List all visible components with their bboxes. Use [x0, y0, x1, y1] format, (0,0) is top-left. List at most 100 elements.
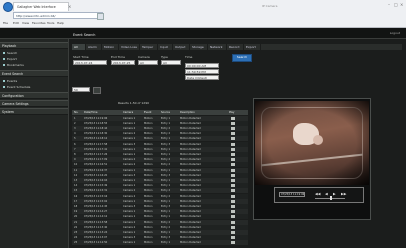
minimize-icon[interactable]: – [388, 2, 390, 7]
play-video-icon[interactable] [231, 230, 235, 234]
menu-view[interactable]: View [22, 21, 29, 25]
tab-video-loss[interactable]: Video Loss [119, 44, 140, 50]
pager-button[interactable] [93, 87, 101, 94]
cell-description: Motion Detected [180, 241, 201, 245]
cell-description: Motion Detected [180, 163, 201, 167]
cell-camera: Camera 2 [123, 189, 136, 193]
cell-no: 17 [74, 199, 78, 203]
play-video-icon[interactable] [231, 173, 235, 177]
time-to-field[interactable]: 11:59:59 PM [185, 69, 219, 74]
column-header-description[interactable]: Description [180, 111, 195, 114]
play-video-icon[interactable] [231, 194, 235, 198]
column-header-camera[interactable]: Camera [123, 111, 133, 114]
sidebar-item-export[interactable]: Export [3, 57, 17, 61]
tab-export[interactable]: Export [244, 44, 261, 50]
sidebar-section-playback[interactable]: Playback [0, 42, 68, 49]
cell-description: Motion Detected [180, 173, 201, 177]
search-button[interactable]: Search [232, 54, 252, 62]
column-header-source[interactable]: Source [161, 111, 170, 114]
tab-tamper[interactable]: Tamper [140, 44, 158, 50]
menu-help[interactable]: Help [57, 21, 64, 25]
menu-file[interactable]: File [3, 21, 8, 25]
play-video-icon[interactable] [231, 147, 235, 151]
sort-select[interactable]: Date (Oldest) [185, 75, 219, 80]
menu-edit[interactable]: Edit [13, 21, 19, 25]
column-header-play[interactable]: Play [229, 111, 234, 114]
play-video-icon[interactable] [231, 189, 235, 193]
play-video-icon[interactable] [231, 184, 235, 188]
step-back-icon[interactable]: ◀ [325, 192, 328, 196]
play-video-icon[interactable] [231, 215, 235, 219]
play-video-icon[interactable] [231, 158, 235, 162]
play-video-icon[interactable] [231, 126, 235, 130]
play-video-icon[interactable] [231, 142, 235, 146]
go-icon[interactable] [97, 13, 104, 20]
tab-storage[interactable]: Storage [190, 44, 208, 50]
slider-handle[interactable] [330, 196, 332, 200]
menu-tools[interactable]: Tools [47, 21, 54, 25]
sidebar-item-bookmarks[interactable]: Bookmarks [3, 63, 24, 67]
cell-event: Motion [144, 210, 153, 214]
type-select[interactable]: All [161, 60, 181, 65]
logout-link[interactable]: Logout [390, 31, 400, 35]
play-video-icon[interactable] [231, 163, 235, 167]
tab-motion[interactable]: Motion [102, 44, 119, 50]
sidebar-section-configuration[interactable]: Configuration [0, 92, 68, 99]
play-video-icon[interactable] [231, 210, 235, 214]
fast-forward-icon[interactable]: ▶▶ [341, 192, 346, 196]
sidebar-item-event-schedule[interactable]: Event Schedule [3, 85, 30, 89]
table-row[interactable]: 25 07/25/13 11:12:50 Camera 1 Motion Entry 1… [72, 240, 248, 246]
address-bar[interactable]: http://www.mtn-admin:44/ [13, 12, 103, 19]
end-time-field[interactable]: 2013-07-25 [111, 60, 135, 65]
video-feed[interactable] [255, 101, 369, 185]
maximize-icon[interactable]: □ [394, 2, 398, 7]
camera-select[interactable]: All [138, 60, 158, 65]
play-video-icon[interactable] [231, 132, 235, 136]
sidebar-section-camera-settings[interactable]: Camera Settings [0, 100, 68, 107]
cell-description: Motion Detected [180, 225, 201, 229]
sidebar-item-search[interactable]: Search [3, 51, 17, 55]
column-header-datetime[interactable]: Date/Time [84, 111, 97, 114]
play-video-icon[interactable] [231, 220, 235, 224]
tab-input[interactable]: Input [158, 44, 173, 50]
start-time-field[interactable]: 2013-07-24 [73, 60, 107, 65]
play-video-icon[interactable] [231, 168, 235, 172]
play-video-icon[interactable] [231, 199, 235, 203]
menu-favorites[interactable]: Favorites [32, 21, 46, 25]
play-video-icon[interactable] [231, 236, 235, 240]
play-video-icon[interactable] [231, 225, 235, 229]
tab-alarm[interactable]: Alarm [86, 44, 102, 50]
sidebar-section-system[interactable]: System [0, 108, 68, 115]
browser-tab[interactable]: Gallagher Web Interface [13, 2, 69, 11]
play-video-icon[interactable] [231, 241, 235, 245]
play-video-icon[interactable] [231, 121, 235, 125]
tab-output[interactable]: Output [173, 44, 190, 50]
time-from-field[interactable]: 00:00:00 AM [185, 63, 219, 68]
window-close-icon[interactable]: × [400, 2, 403, 7]
close-icon[interactable]: × [68, 4, 71, 9]
page-size-select[interactable]: 50 [72, 87, 90, 92]
tab-network[interactable]: Network [208, 44, 227, 50]
cell-datetime: 07/25/13 11:14:12 [84, 215, 108, 219]
play-video-icon[interactable] [231, 178, 235, 182]
cell-no: 19 [74, 210, 78, 214]
cell-description: Motion Detected [180, 142, 201, 146]
cell-source: Entry 1 [161, 178, 171, 182]
play-video-icon[interactable] [231, 116, 235, 120]
rewind-icon[interactable]: ◀◀ [315, 192, 320, 196]
play-video-icon[interactable] [231, 152, 235, 156]
cell-source: Entry 3 [161, 142, 171, 146]
play-video-icon[interactable] [231, 137, 235, 141]
play-icon[interactable]: ▶ [333, 192, 336, 196]
cell-no: 21 [74, 220, 78, 224]
cell-datetime: 07/25/13 11:13:07 [84, 236, 108, 240]
tab-record[interactable]: Record [227, 44, 244, 50]
column-header-event[interactable]: Event [144, 111, 151, 114]
sidebar-item-events[interactable]: Events [3, 79, 17, 83]
column-header-no[interactable]: No. [74, 111, 78, 114]
sidebar-section-event-search[interactable]: Event Search [0, 70, 68, 77]
play-video-icon[interactable] [231, 204, 235, 208]
tab-all[interactable]: All [72, 44, 86, 50]
cell-camera: Camera 1 [123, 147, 136, 151]
cell-no: 25 [74, 241, 78, 245]
